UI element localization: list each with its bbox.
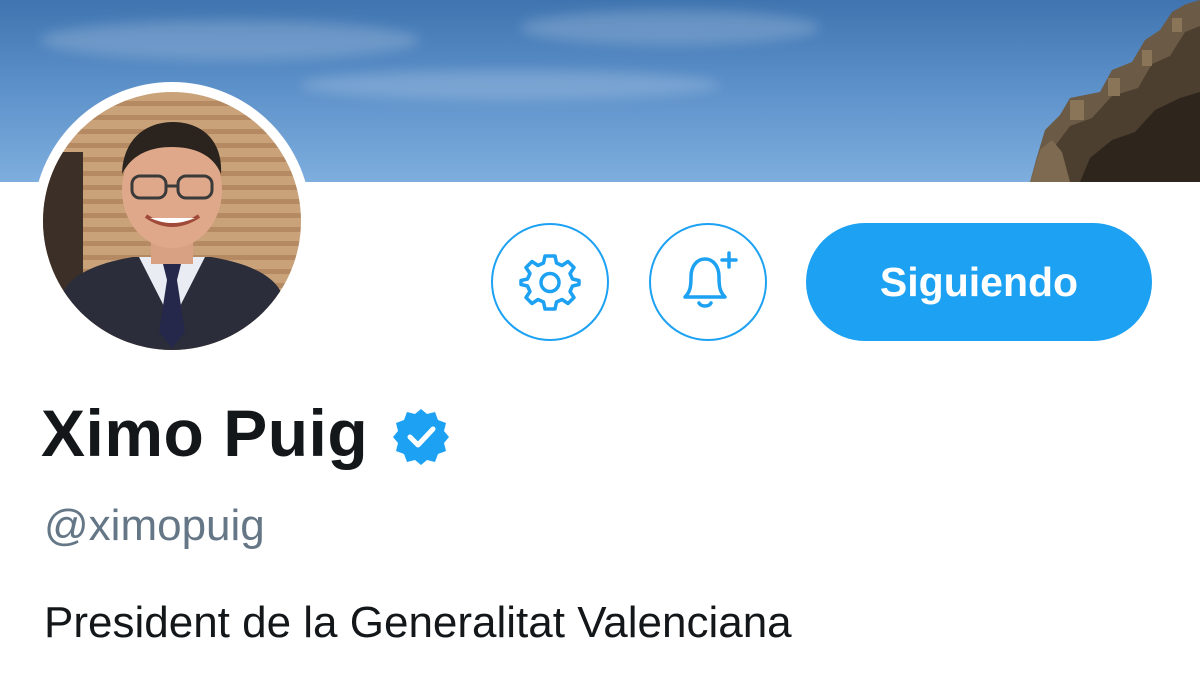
banner-castle-image bbox=[1030, 0, 1200, 182]
notifications-button[interactable] bbox=[649, 223, 767, 341]
settings-button[interactable] bbox=[491, 223, 609, 341]
profile-bio: President de la Generalitat Valenciana bbox=[44, 598, 792, 647]
bell-plus-icon bbox=[683, 251, 738, 308]
profile-name-row: Ximo Puig bbox=[41, 395, 452, 471]
following-button[interactable]: Siguiendo bbox=[806, 223, 1152, 341]
profile-avatar[interactable] bbox=[33, 82, 311, 360]
profile-handle: @ximopuig bbox=[44, 501, 265, 550]
avatar-photo bbox=[43, 92, 301, 350]
verified-badge-icon bbox=[393, 409, 450, 465]
display-name: Ximo Puig bbox=[41, 396, 369, 470]
gear-icon bbox=[519, 254, 581, 311]
